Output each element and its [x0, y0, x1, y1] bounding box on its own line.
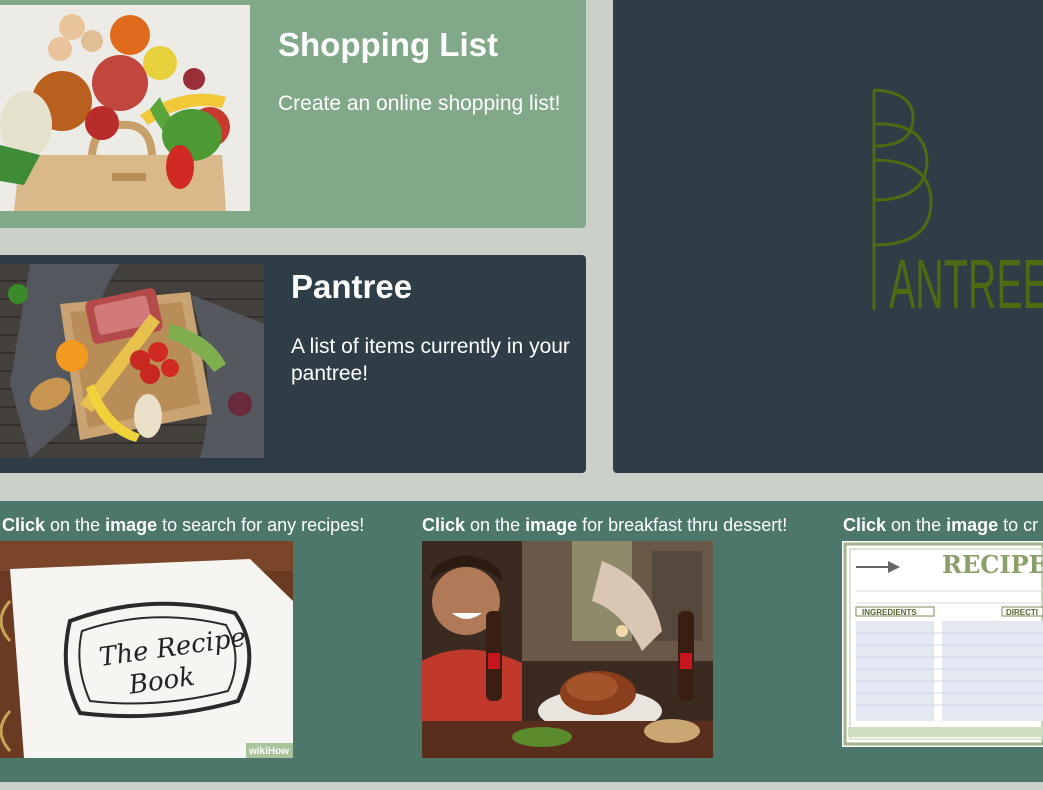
recipe-search-caption: Click on the image to search for any rec…	[2, 515, 364, 536]
recipe-card-directions-label: DIRECTI	[1006, 608, 1038, 617]
caption-on-the: on the	[886, 515, 947, 535]
pantree-logo-panel: ANTREE	[613, 0, 1043, 473]
recipe-book-image[interactable]: The Recipe Book wikiHow	[0, 541, 293, 758]
recipe-meals-caption: Click on the image for breakfast thru de…	[422, 515, 787, 536]
dinner-table-illustration	[422, 541, 713, 758]
recipe-section: Click on the image to search for any rec…	[0, 501, 1043, 782]
caption-rest: to search for any recipes!	[157, 515, 365, 535]
caption-image: image	[525, 515, 578, 535]
recipe-search-column: Click on the image to search for any rec…	[0, 501, 420, 782]
caption-click: Click	[422, 515, 466, 535]
recipe-card-caption: Click on the image to cr	[843, 515, 1038, 536]
shopping-list-description: Create an online shopping list!	[278, 92, 561, 115]
recipe-card-heading: RECIPE	[942, 550, 1043, 579]
recipe-card-ingredients-label: INGREDIENTS	[862, 608, 917, 617]
food-basket-image[interactable]	[0, 264, 264, 458]
caption-on-the: on the	[465, 515, 526, 535]
dinner-table-image[interactable]	[422, 541, 713, 758]
caption-click: Click	[2, 515, 46, 535]
grocery-bag-illustration	[0, 5, 250, 211]
recipe-card-illustration: RECIPE INGREDIENTS DIRECTI	[842, 541, 1043, 747]
caption-image: image	[946, 515, 999, 535]
pantree-description: A list of items currently in your pantre…	[291, 335, 570, 385]
caption-rest: for breakfast thru dessert!	[577, 515, 788, 535]
caption-on-the: on the	[45, 515, 106, 535]
food-basket-illustration	[0, 264, 264, 458]
recipe-card-image[interactable]: RECIPE INGREDIENTS DIRECTI	[842, 541, 1043, 747]
shopping-list-title: Shopping List	[278, 26, 498, 63]
recipe-book-illustration: The Recipe Book wikiHow	[0, 541, 293, 758]
pantree-title: Pantree	[291, 268, 413, 305]
pantree-logo-icon: ANTREE	[872, 88, 1043, 323]
pantree-logo-text: ANTREE	[889, 245, 1043, 323]
caption-click: Click	[843, 515, 887, 535]
recipe-meals-column: Click on the image for breakfast thru de…	[420, 501, 840, 782]
recipe-card-column: Click on the image to cr RECIPE INGREDIE…	[841, 501, 1043, 782]
wikihow-watermark: wikiHow	[248, 746, 289, 757]
caption-image: image	[105, 515, 158, 535]
caption-rest: to cr	[998, 515, 1039, 535]
grocery-bag-image[interactable]	[0, 5, 250, 211]
